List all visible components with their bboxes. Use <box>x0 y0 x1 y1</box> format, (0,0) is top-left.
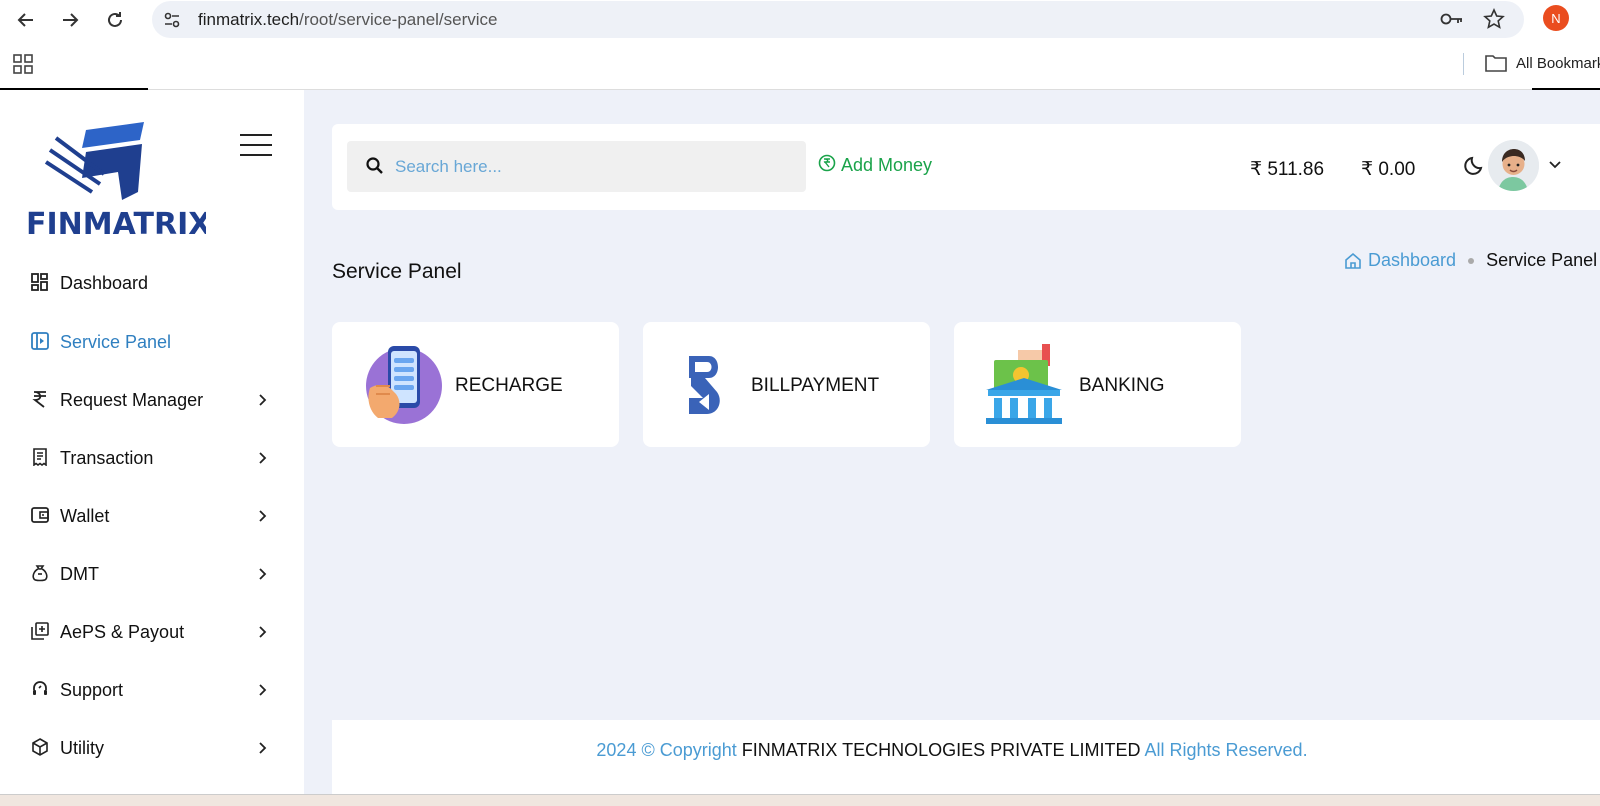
money-bag-icon <box>30 563 50 583</box>
dashboard-icon <box>30 272 50 292</box>
forward-button[interactable] <box>56 6 84 34</box>
reload-icon <box>108 12 122 27</box>
sidebar: FINMATRIX Dashboard Service Panel Reques… <box>0 90 304 794</box>
folder-icon[interactable] <box>1484 53 1508 78</box>
chevron-right-icon <box>255 680 271 700</box>
wallet-icon <box>30 505 50 525</box>
breadcrumb-current: Service Panel <box>1486 250 1598 270</box>
profile-avatar[interactable]: N <box>1543 5 1569 31</box>
browser-toolbar: finmatrix.tech/root/service-panel/servic… <box>0 0 1600 40</box>
service-panel-icon <box>30 331 50 351</box>
chevron-down-icon[interactable] <box>1548 157 1562 175</box>
bookmark-star-icon[interactable] <box>1482 7 1506 31</box>
sidebar-item-aeps-payout[interactable]: AePS & Payout <box>0 609 304 655</box>
back-arrow-icon <box>17 13 33 27</box>
rupee-icon <box>30 389 50 409</box>
sidebar-item-dmt[interactable]: DMT <box>0 551 304 597</box>
chevron-right-icon <box>255 448 271 468</box>
service-card-banking[interactable]: BANKING <box>954 322 1241 447</box>
search-icon <box>365 156 385 181</box>
user-avatar[interactable] <box>1488 140 1539 191</box>
forward-arrow-icon <box>63 13 79 27</box>
bank-icon <box>984 342 1066 426</box>
site-settings-icon[interactable] <box>162 10 182 35</box>
search-box[interactable] <box>347 141 806 192</box>
sidebar-item-wallet[interactable]: Wallet <box>0 493 304 539</box>
sidebar-item-request-manager[interactable]: Request Manager <box>0 377 304 423</box>
bookmarks-bar: All Bookmarks <box>0 40 1600 90</box>
page-title: Service Panel <box>332 260 462 283</box>
apps-grid-icon[interactable] <box>12 53 34 80</box>
taskbar <box>0 794 1600 806</box>
chevron-right-icon <box>255 564 271 584</box>
chevron-right-icon <box>255 738 271 758</box>
breadcrumb-separator <box>1468 257 1475 264</box>
breadcrumb-home-link[interactable]: Dashboard <box>1344 250 1456 271</box>
sidebar-item-transaction[interactable]: Transaction <box>0 435 304 481</box>
chevron-right-icon <box>255 506 271 526</box>
all-bookmarks-link[interactable]: All Bookmarks <box>1516 55 1600 72</box>
main-content: Add Money ₹ 511.86 ₹ 0.00 Service Panel … <box>304 90 1600 794</box>
cube-icon <box>30 737 50 757</box>
footer: 2024 © Copyright FINMATRIX TECHNOLOGIES … <box>332 720 1600 794</box>
brand-logo[interactable]: FINMATRIX <box>26 118 211 242</box>
service-card-billpayment[interactable]: BILLPAYMENT <box>643 322 930 447</box>
dark-mode-toggle-icon[interactable] <box>1464 154 1486 181</box>
company-link[interactable]: FINMATRIX TECHNOLOGIES PRIVATE LIMITED <box>742 740 1141 760</box>
mobile-recharge-icon <box>362 342 444 426</box>
top-header: Add Money ₹ 511.86 ₹ 0.00 <box>332 124 1600 210</box>
secondary-wallet-balance: ₹ 0.00 <box>1361 159 1416 180</box>
headset-icon <box>30 679 50 699</box>
password-key-icon[interactable] <box>1440 7 1464 31</box>
main-wallet-balance: ₹ 511.86 <box>1250 159 1325 180</box>
sidebar-item-dashboard[interactable]: Dashboard <box>0 260 304 306</box>
copyright-text: 2024 © Copyright FINMATRIX TECHNOLOGIES … <box>596 740 1308 760</box>
chevron-right-icon <box>255 390 271 410</box>
sidebar-item-support[interactable]: Support <box>0 667 304 713</box>
sidebar-item-utility[interactable]: Utility <box>0 725 304 771</box>
service-card-recharge[interactable]: RECHARGE <box>332 322 619 447</box>
receipt-icon <box>30 447 50 467</box>
bookmarks-separator <box>1463 53 1464 75</box>
address-bar[interactable]: finmatrix.tech/root/service-panel/servic… <box>152 1 1524 38</box>
home-icon <box>1345 252 1361 269</box>
rupee-circle-icon <box>818 154 836 177</box>
url-text[interactable]: finmatrix.tech/root/service-panel/servic… <box>198 10 498 30</box>
add-library-icon <box>30 621 50 641</box>
add-money-button[interactable]: Add Money <box>818 154 932 177</box>
breadcrumb: Dashboard Service Panel <box>1344 250 1597 271</box>
reload-button[interactable] <box>101 6 129 34</box>
brand-name: FINMATRIX <box>26 207 206 238</box>
menu-toggle-button[interactable] <box>240 134 272 156</box>
back-button[interactable] <box>12 6 40 34</box>
chevron-right-icon <box>255 622 271 642</box>
sidebar-item-service-panel[interactable]: Service Panel <box>0 319 304 365</box>
search-input[interactable] <box>395 141 795 192</box>
